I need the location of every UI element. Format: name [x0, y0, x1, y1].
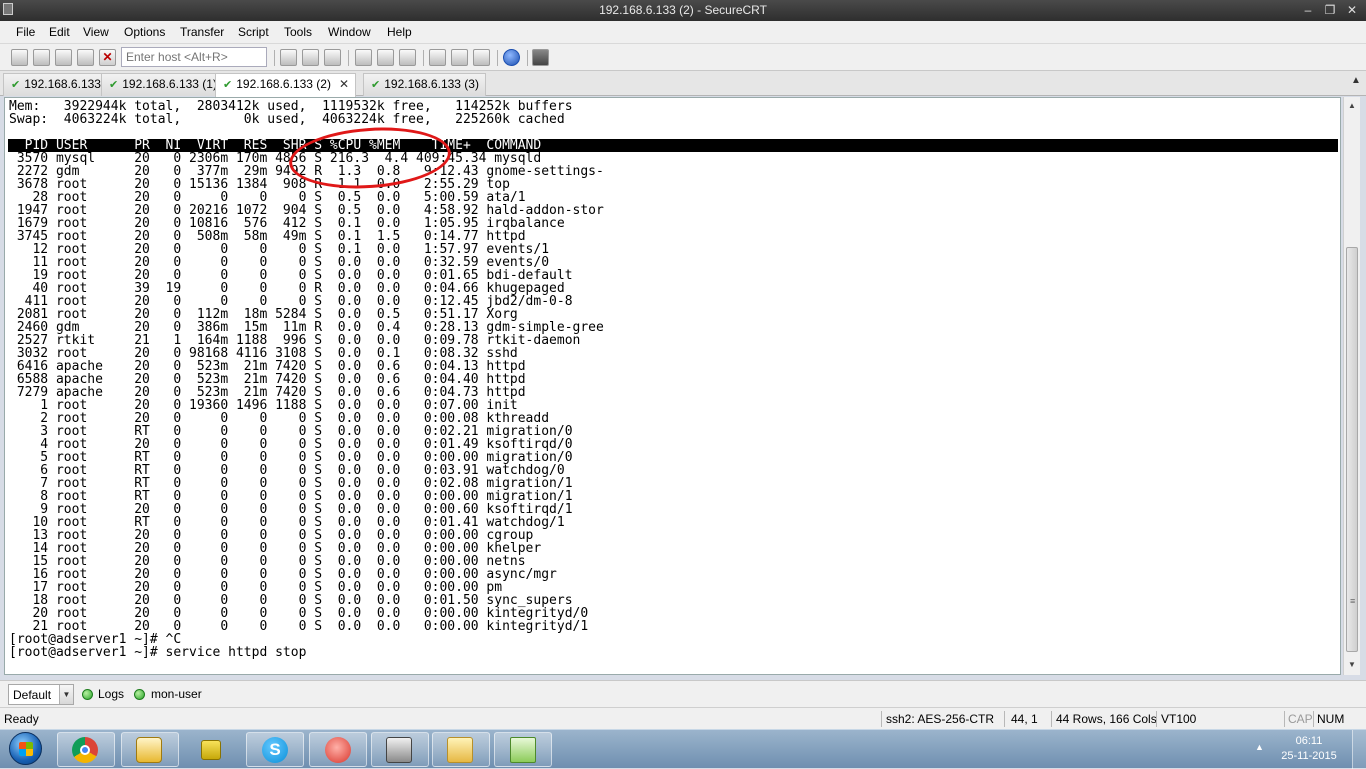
- tab-label: 192.168.6.133 (2): [236, 77, 331, 91]
- status-num: NUM: [1317, 712, 1345, 726]
- find-icon[interactable]: [324, 49, 341, 66]
- chevron-down-icon[interactable]: ▼: [59, 685, 73, 704]
- tab-label: 192.168.6.133: [24, 77, 101, 91]
- grip-icon: ≡: [1350, 596, 1356, 606]
- title-bar: 192.168.6.133 (2) - SecureCRT – ❐ ✕: [0, 0, 1366, 21]
- menu-view[interactable]: View: [83, 25, 109, 39]
- connected-check-icon: ✔: [11, 78, 21, 91]
- button-set-value: Default: [13, 688, 52, 702]
- menu-file[interactable]: File: [16, 25, 35, 39]
- connected-check-icon: ✔: [109, 78, 119, 91]
- status-separator: [881, 711, 882, 727]
- session-options-icon[interactable]: [429, 49, 446, 66]
- menu-script[interactable]: Script: [238, 25, 269, 39]
- sftp-icon[interactable]: [532, 49, 549, 66]
- tab-session-2[interactable]: ✔ 192.168.6.133 (2) ✕: [215, 73, 357, 97]
- mon-user-button[interactable]: mon-user: [151, 687, 202, 701]
- toolbar-separator: [527, 50, 528, 66]
- tab-scroll-icon[interactable]: ▲: [1351, 75, 1363, 91]
- print-setup-icon[interactable]: [399, 49, 416, 66]
- clock[interactable]: 06:11 25-11-2015: [1276, 734, 1342, 764]
- securecrt-icon[interactable]: [371, 732, 429, 767]
- chrome-icon[interactable]: [57, 732, 115, 767]
- tab-session-1[interactable]: ✔ 192.168.6.133 (1): [101, 73, 224, 96]
- tab-session-3[interactable]: ✔ 192.168.6.133 (3): [363, 73, 486, 96]
- connect-icon[interactable]: [11, 49, 28, 66]
- scrollbar-thumb[interactable]: ≡: [1346, 247, 1358, 652]
- memory-summary-line: Swap: 4063224k total, 0k used, 4063224k …: [9, 112, 565, 127]
- connected-check-icon: ✔: [223, 78, 233, 91]
- snail-icon[interactable]: [309, 732, 367, 767]
- status-cipher: ssh2: AES-256-CTR: [886, 712, 995, 726]
- status-ready: Ready: [4, 712, 39, 726]
- tab-label: 192.168.6.133 (3): [384, 77, 479, 91]
- tab-session-0[interactable]: ✔ 192.168.6.133: [3, 73, 108, 96]
- toolbar-separator: [423, 50, 424, 66]
- host-input[interactable]: [121, 47, 267, 67]
- toolbar: ✕: [0, 44, 1366, 71]
- help-icon[interactable]: [503, 49, 520, 66]
- menu-tools[interactable]: Tools: [284, 25, 312, 39]
- menu-transfer[interactable]: Transfer: [180, 25, 224, 39]
- scroll-down-icon[interactable]: ▼: [1347, 660, 1357, 669]
- shell-prompt-line: [root@adserver1 ~]# service httpd stop: [9, 645, 307, 660]
- status-cursor: 44, 1: [1011, 712, 1038, 726]
- menu-help[interactable]: Help: [387, 25, 412, 39]
- windows-taskbar: S ▲ 06:11 25-11-2015: [0, 729, 1366, 769]
- toolbar-separator: [348, 50, 349, 66]
- toolbar-separator: [274, 50, 275, 66]
- skype-icon[interactable]: S: [246, 732, 304, 767]
- status-separator: [1284, 711, 1285, 727]
- button-bar: Default ▼ Logs mon-user: [0, 680, 1366, 707]
- connected-check-icon: ✔: [371, 78, 381, 91]
- button-set-select[interactable]: Default ▼: [8, 684, 74, 705]
- status-emulation: VT100: [1161, 712, 1197, 726]
- mon-user-button-icon[interactable]: [134, 689, 145, 700]
- toolbar-separator: [497, 50, 498, 66]
- logs-button-icon[interactable]: [82, 689, 93, 700]
- status-cap: CAP: [1288, 712, 1313, 726]
- quick-connect-icon[interactable]: [33, 49, 50, 66]
- scroll-up-icon[interactable]: ▲: [1347, 101, 1357, 110]
- show-desktop-button[interactable]: [1352, 730, 1366, 769]
- menu-options[interactable]: Options: [124, 25, 165, 39]
- tab-label: 192.168.6.133 (1): [122, 77, 217, 91]
- keymap-icon[interactable]: [473, 49, 490, 66]
- status-separator: [1156, 711, 1157, 727]
- menu-window[interactable]: Window: [328, 25, 371, 39]
- outlook-icon[interactable]: [121, 732, 179, 767]
- windows-start-icon[interactable]: [3, 731, 47, 768]
- lock-icon[interactable]: [183, 732, 241, 767]
- clock-date: 25-11-2015: [1281, 750, 1337, 762]
- status-separator: [1004, 711, 1005, 727]
- connect-in-tab-icon[interactable]: [55, 49, 72, 66]
- menu-edit[interactable]: Edit: [49, 25, 70, 39]
- window-title: 192.168.6.133 (2) - SecureCRT: [599, 3, 767, 17]
- status-size: 44 Rows, 166 Cols: [1056, 712, 1157, 726]
- menu-bar: File Edit View Options Transfer Script T…: [0, 21, 1366, 44]
- logs-button[interactable]: Logs: [98, 687, 124, 701]
- minimize-icon[interactable]: –: [1298, 2, 1318, 18]
- global-options-icon[interactable]: [451, 49, 468, 66]
- status-bar: Ready ssh2: AES-256-CTR 44, 1 44 Rows, 1…: [0, 707, 1366, 729]
- close-icon[interactable]: ✕: [1342, 2, 1362, 18]
- print-icon[interactable]: [355, 49, 372, 66]
- session-tab-bar: ✔ 192.168.6.133 ✔ 192.168.6.133 (1) ✔ 192.1…: [0, 71, 1366, 97]
- clock-time: 06:11: [1295, 735, 1323, 747]
- paste-icon[interactable]: [302, 49, 319, 66]
- tab-close-icon[interactable]: ✕: [339, 77, 349, 91]
- notepad-icon[interactable]: [494, 732, 552, 767]
- status-separator: [1051, 711, 1052, 727]
- terminal-scrollbar[interactable]: ▲ ≡ ▼: [1343, 97, 1360, 675]
- tray-expand-icon[interactable]: ▲: [1255, 742, 1264, 752]
- folder-icon[interactable]: [432, 732, 490, 767]
- terminal-screen[interactable]: Mem: 3922944k total, 2803412k used, 1119…: [4, 97, 1341, 675]
- copy-icon[interactable]: [280, 49, 297, 66]
- status-separator: [1313, 711, 1314, 727]
- disconnect-icon[interactable]: ✕: [99, 49, 116, 66]
- maximize-icon[interactable]: ❐: [1320, 2, 1340, 18]
- print-selection-icon[interactable]: [377, 49, 394, 66]
- reconnect-icon[interactable]: [77, 49, 94, 66]
